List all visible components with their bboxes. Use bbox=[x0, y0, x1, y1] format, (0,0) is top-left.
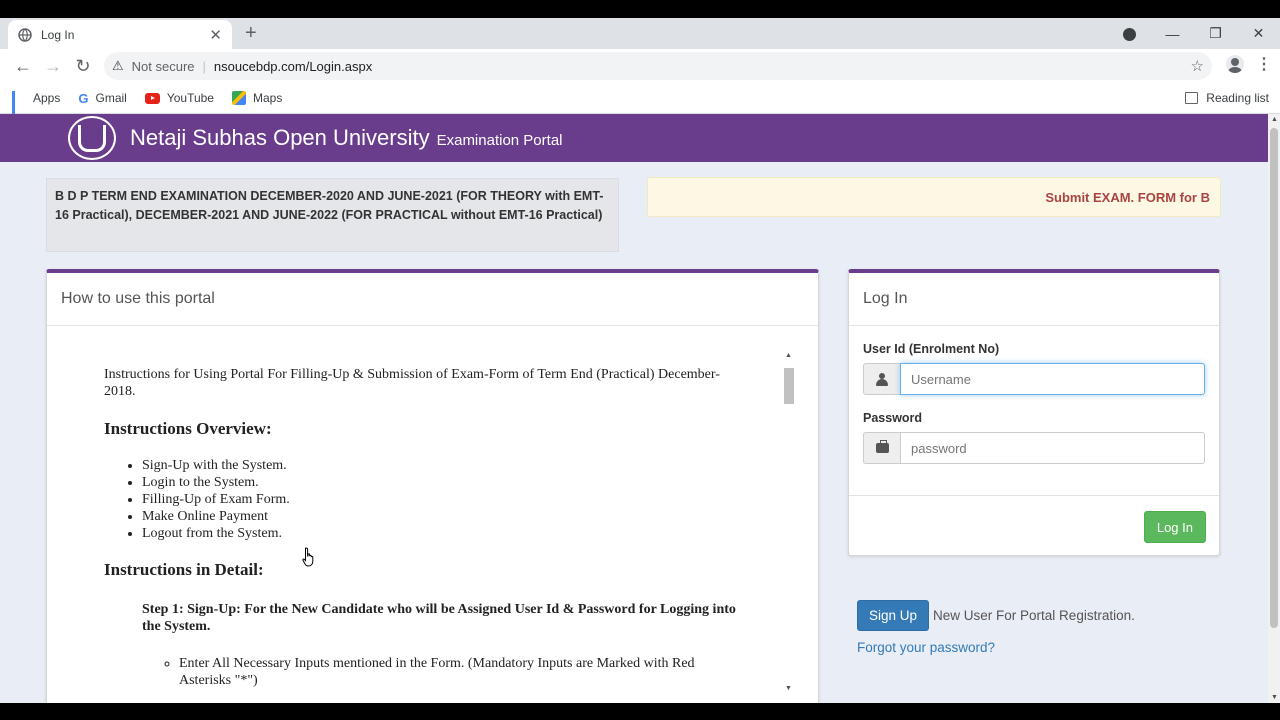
forgot-password-link[interactable]: Forgot your password? bbox=[857, 640, 995, 655]
url-text: nsoucebdp.com/Login.aspx bbox=[213, 58, 373, 74]
page-scrollbar[interactable]: ▲ ▼ bbox=[1268, 114, 1280, 703]
bookmark-maps[interactable]: Maps bbox=[231, 91, 283, 105]
password-input[interactable] bbox=[900, 432, 1205, 464]
username-input[interactable] bbox=[900, 363, 1205, 395]
login-form: User Id (Enrolment No) Password bbox=[849, 326, 1219, 464]
avatar-icon[interactable] bbox=[1226, 55, 1244, 73]
scroll-up-icon[interactable]: ▲ bbox=[785, 352, 792, 359]
back-icon[interactable]: ← bbox=[8, 56, 38, 77]
overview-list: Sign-Up with the System. Login to the Sy… bbox=[142, 457, 744, 542]
tab-title: Log In bbox=[41, 27, 75, 42]
list-item: Filling-Up of Exam Form. bbox=[142, 491, 744, 508]
password-addon bbox=[863, 432, 900, 464]
bookmark-label: Gmail bbox=[95, 91, 127, 105]
reading-list-button[interactable]: Reading list bbox=[1185, 91, 1269, 105]
hand-cursor-icon bbox=[302, 547, 314, 567]
new-tab-icon[interactable]: + bbox=[245, 21, 257, 45]
marquee-text: Submit EXAM. FORM for B bbox=[1045, 189, 1210, 205]
bookmark-gmail[interactable]: G Gmail bbox=[78, 91, 126, 106]
bookmarks-bar: Apps G Gmail YouTube Maps Reading list bbox=[0, 83, 1280, 118]
forward-icon[interactable]: → bbox=[38, 56, 68, 77]
username-group bbox=[863, 363, 1205, 395]
site-subtitle: Examination Portal bbox=[436, 131, 563, 149]
reading-list-label: Reading list bbox=[1206, 91, 1269, 105]
exam-notice: B D P TERM END EXAMINATION DECEMBER-2020… bbox=[46, 178, 619, 252]
scroll-down-icon[interactable]: ▼ bbox=[785, 685, 792, 692]
scroll-thumb[interactable] bbox=[1270, 128, 1278, 628]
google-icon: G bbox=[78, 90, 89, 106]
apps-grid-icon bbox=[12, 91, 26, 118]
list-item: Make Online Payment bbox=[142, 508, 744, 525]
marquee-notice[interactable]: Submit EXAM. FORM for B bbox=[647, 177, 1221, 217]
login-button[interactable]: Log In bbox=[1143, 511, 1206, 543]
password-group bbox=[863, 432, 1205, 464]
maps-icon bbox=[231, 91, 246, 105]
site-header: Netaji Subhas Open University Examinatio… bbox=[0, 114, 1268, 162]
reading-list-icon bbox=[1185, 92, 1199, 104]
login-panel: Log In User Id (Enrolment No) Password L… bbox=[848, 269, 1220, 556]
scroll-down-icon[interactable]: ▼ bbox=[1271, 694, 1278, 701]
close-tab-icon[interactable]: ✕ bbox=[209, 26, 222, 44]
login-footer: Log In bbox=[849, 495, 1219, 543]
bookmark-label: Apps bbox=[33, 91, 61, 105]
briefcase-icon bbox=[875, 440, 889, 453]
user-icon bbox=[876, 372, 888, 386]
profile-menu-icon[interactable] bbox=[1108, 26, 1151, 42]
step-1-list: Enter All Necessary Inputs mentioned in … bbox=[179, 655, 744, 689]
tab-strip: Log In ✕ + — ❐ ✕ bbox=[0, 18, 1280, 49]
browser-tab[interactable]: Log In ✕ bbox=[8, 20, 232, 49]
overview-heading: Instructions Overview: bbox=[104, 419, 272, 438]
university-logo bbox=[68, 116, 116, 160]
window-controls: — ❐ ✕ bbox=[1108, 18, 1280, 49]
restore-icon[interactable]: ❐ bbox=[1194, 25, 1237, 42]
menu-kebab-icon[interactable]: ⋮ bbox=[1256, 54, 1272, 74]
close-window-icon[interactable]: ✕ bbox=[1237, 25, 1280, 42]
security-label: Not secure bbox=[131, 58, 195, 74]
address-bar[interactable]: ⚠ Not secure | nsoucebdp.com/Login.aspx … bbox=[104, 52, 1212, 80]
step-1-heading: Step 1: Sign-Up: For the New Candidate w… bbox=[142, 602, 736, 634]
reload-icon[interactable]: ↻ bbox=[68, 56, 98, 77]
list-item: Logout from the System. bbox=[142, 525, 744, 542]
scroll-thumb[interactable] bbox=[784, 368, 794, 404]
bookmark-apps[interactable]: Apps bbox=[12, 91, 61, 118]
list-item: Enter All Necessary Inputs mentioned in … bbox=[179, 655, 744, 689]
howto-panel: How to use this portal Instructions for … bbox=[46, 269, 819, 703]
user-id-label: User Id (Enrolment No) bbox=[863, 342, 1000, 356]
browser-chrome: Log In ✕ + — ❐ ✕ ← → ↻ ⚠ Not secure | ns… bbox=[0, 18, 1280, 118]
bookmark-youtube[interactable]: YouTube bbox=[144, 91, 214, 105]
sign-up-button[interactable]: Sign Up bbox=[857, 600, 930, 631]
scroll-up-icon[interactable]: ▲ bbox=[1271, 116, 1278, 123]
globe-icon bbox=[18, 27, 32, 42]
address-separator: | bbox=[202, 58, 206, 74]
instructions-frame[interactable]: Instructions for Using Portal For Fillin… bbox=[47, 330, 818, 703]
site-title: Netaji Subhas Open University bbox=[130, 125, 430, 150]
list-item: Login to the System. bbox=[142, 474, 744, 491]
login-title: Log In bbox=[849, 273, 1219, 326]
bookmark-star-icon[interactable]: ☆ bbox=[1191, 57, 1204, 75]
toolbar-right: ⋮ bbox=[1226, 54, 1272, 74]
minimize-icon[interactable]: — bbox=[1151, 26, 1194, 42]
bookmark-label: Maps bbox=[252, 91, 283, 105]
instructions-document: Instructions for Using Portal For Fillin… bbox=[104, 366, 744, 689]
signup-text: New User For Portal Registration. bbox=[933, 608, 1135, 623]
bookmark-label: YouTube bbox=[166, 91, 214, 105]
user-addon bbox=[863, 363, 900, 395]
signup-row: Sign Up New User For Portal Registration… bbox=[857, 600, 1135, 631]
instructions-intro: Instructions for Using Portal For Fillin… bbox=[104, 367, 720, 399]
password-label: Password bbox=[863, 411, 923, 425]
detail-heading: Instructions in Detail: bbox=[104, 560, 264, 579]
warning-icon[interactable]: ⚠ bbox=[112, 58, 124, 74]
instructions-scrollbar[interactable]: ▲ ▼ bbox=[782, 352, 798, 692]
youtube-icon bbox=[144, 92, 160, 104]
howto-title: How to use this portal bbox=[47, 273, 818, 326]
list-item: Sign-Up with the System. bbox=[142, 457, 744, 474]
